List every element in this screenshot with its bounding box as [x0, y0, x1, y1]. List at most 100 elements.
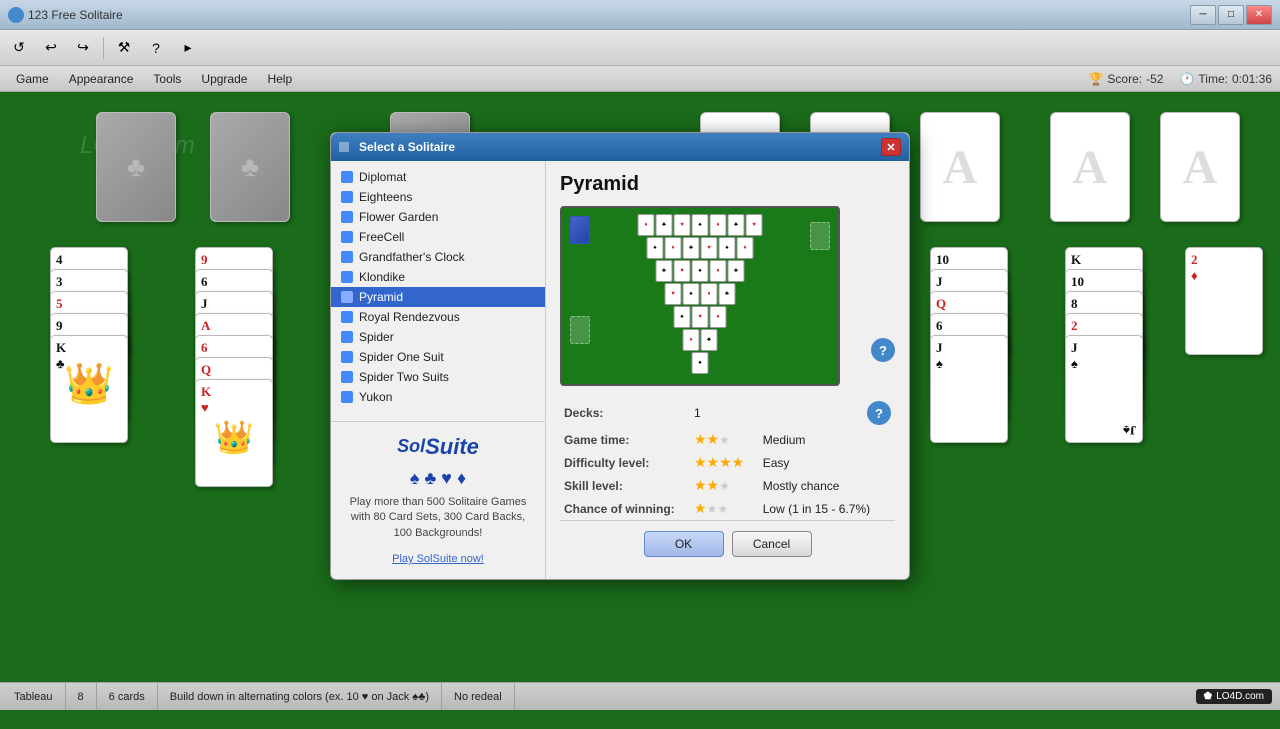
- game-list-icon: [341, 351, 353, 363]
- game-time-stars: ★★★: [690, 428, 759, 451]
- hint-text: Build down in alternating colors (ex. 10…: [170, 691, 429, 703]
- score-icon: 🏆: [1088, 72, 1103, 86]
- title-bar: 123 Free Solitaire ─ □ ✕: [0, 0, 1280, 30]
- game-list-icon: [341, 251, 353, 263]
- score-value: -52: [1146, 72, 1163, 86]
- dialog-left-panel: Diplomat Eighteens Flower Garden FreeCel…: [331, 161, 546, 579]
- dialog-grip: [339, 142, 349, 152]
- score-display: 🏆 Score: -52: [1088, 72, 1163, 86]
- tableau-col-right3: 2♦: [1185, 247, 1265, 547]
- info-row-game-time: Game time: ★★★ Medium: [560, 428, 895, 451]
- game-list-item-spider-two-suits[interactable]: Spider Two Suits: [331, 367, 545, 387]
- lo4d-text: LO4D.com: [1216, 691, 1264, 702]
- skill-stars: ★★★: [690, 474, 759, 497]
- dialog-right-panel: Pyramid ♦ ♣ ♥ ♠ ♦: [546, 161, 909, 579]
- info-row-decks: Decks: 1 ?: [560, 398, 895, 428]
- toolbar-btn-1[interactable]: ↩: [36, 34, 66, 62]
- game-info-table: Decks: 1 ? Game time: ★★★ Medium: [560, 398, 895, 520]
- time-value: 0:01:36: [1232, 72, 1272, 86]
- toolbar-separator: [103, 37, 104, 59]
- minimize-button[interactable]: ─: [1190, 5, 1216, 25]
- card-back-2[interactable]: ♣: [210, 112, 290, 222]
- dialog-game-title: Pyramid: [560, 173, 895, 196]
- game-list-item-grandfathers-clock[interactable]: Grandfather's Clock: [331, 247, 545, 267]
- game-list-icon: [341, 371, 353, 383]
- card-r1-5[interactable]: J♠: [930, 335, 1008, 443]
- dialog-title-text: Select a Solitaire: [359, 140, 455, 154]
- game-list-icon: [341, 171, 353, 183]
- game-list-item-yukon[interactable]: Yukon: [331, 387, 545, 407]
- menu-bar: Game Appearance Tools Upgrade Help 🏆 Sco…: [0, 66, 1280, 92]
- skill-label: Skill level:: [560, 474, 690, 497]
- game-time-value: Medium: [759, 428, 895, 451]
- select-solitaire-dialog: Select a Solitaire ✕ Diplomat Eighteens: [330, 132, 910, 580]
- toolbar-btn-5[interactable]: ▸: [173, 34, 203, 62]
- cards-value: 6 cards: [109, 691, 145, 703]
- tableau-col-right2: K♠ 10♣ 8♣ 2♥ J♠ J♠: [1065, 247, 1145, 547]
- menu-game[interactable]: Game: [8, 70, 57, 88]
- card-col2-7[interactable]: K♥ 👑: [195, 379, 273, 487]
- close-button[interactable]: ✕: [1246, 5, 1272, 25]
- game-list-item-eighteens[interactable]: Eighteens: [331, 187, 545, 207]
- game-list-item-pyramid[interactable]: Pyramid: [331, 287, 545, 307]
- dialog-title-bar[interactable]: Select a Solitaire ✕: [331, 133, 909, 161]
- card-r2-5[interactable]: J♠ J♠: [1065, 335, 1143, 443]
- title-bar-left: 123 Free Solitaire: [8, 7, 123, 23]
- game-list-item-freecell[interactable]: FreeCell: [331, 227, 545, 247]
- ok-button[interactable]: OK: [644, 531, 724, 557]
- game-list-item-klondike[interactable]: Klondike: [331, 267, 545, 287]
- game-time-label: Game time:: [560, 428, 690, 451]
- info-help-button[interactable]: ?: [867, 401, 891, 425]
- card-back-1[interactable]: ♣: [96, 112, 176, 222]
- dialog-footer: OK Cancel: [560, 520, 895, 567]
- toolbar-btn-3[interactable]: ⚒: [109, 34, 139, 62]
- status-bar: Tableau 8 6 cards Build down in alternat…: [0, 682, 1280, 710]
- menu-help[interactable]: Help: [259, 70, 300, 88]
- game-preview: ♦ ♣ ♥ ♠ ♦ ♣ ♥ ♠ ♦: [560, 206, 840, 386]
- game-list-item-spider-one-suit[interactable]: Spider One Suit: [331, 347, 545, 367]
- info-row-chance: Chance of winning: ★★★ Low (1 in 15 - 6.…: [560, 497, 895, 520]
- pyramid-layout: ♦ ♣ ♥ ♠ ♦ ♣ ♥ ♠ ♦: [638, 214, 763, 374]
- card-r3-1[interactable]: 2♦: [1185, 247, 1263, 355]
- game-list-item-royal-rendezvous[interactable]: Royal Rendezvous: [331, 307, 545, 327]
- window-controls: ─ □ ✕: [1190, 5, 1272, 25]
- maximize-button[interactable]: □: [1218, 5, 1244, 25]
- preview-stock: [570, 216, 590, 244]
- score-label: Score:: [1107, 72, 1142, 86]
- time-icon: 🕐: [1179, 72, 1194, 86]
- menu-appearance[interactable]: Appearance: [61, 70, 142, 88]
- game-list-item-diplomat[interactable]: Diplomat: [331, 167, 545, 187]
- cancel-button[interactable]: Cancel: [732, 531, 812, 557]
- game-list-item-spider[interactable]: Spider: [331, 327, 545, 347]
- ace-pile-4[interactable]: A: [1050, 112, 1130, 222]
- menu-upgrade[interactable]: Upgrade: [193, 70, 255, 88]
- dialog-title-icon: Select a Solitaire: [339, 140, 455, 154]
- toolbar-btn-0[interactable]: ↺: [4, 34, 34, 62]
- dialog-close-button[interactable]: ✕: [881, 138, 901, 156]
- ace-pile-3[interactable]: A: [920, 112, 1000, 222]
- tableau-col-2: 9♦ 6♣ J♣ A♥ 6♦ Q♥ 👸 K♥ 👑: [195, 247, 275, 547]
- tableau-label: Tableau: [14, 691, 53, 703]
- ace-pile-5[interactable]: A: [1160, 112, 1240, 222]
- toolbar-btn-4[interactable]: ?: [141, 34, 171, 62]
- toolbar-btn-2[interactable]: ↪: [68, 34, 98, 62]
- help-button[interactable]: ?: [871, 338, 895, 362]
- game-list-icon: [341, 291, 353, 303]
- time-display: 🕐 Time: 0:01:36: [1179, 72, 1272, 86]
- chance-label: Chance of winning:: [560, 497, 690, 520]
- tableau-col-right1: 10♣ J♠ Q♥ 6♠ J♠: [930, 247, 1010, 597]
- game-area[interactable]: LO4D.com ♣ ♣ ♦ A A A A A 4♠ 3♣ 5♥ 9♠: [0, 92, 1280, 682]
- chance-stars: ★★★: [690, 497, 759, 520]
- promo-logo-text: ♠ ♣ ♥ ♦: [341, 468, 535, 489]
- game-list-icon: [341, 311, 353, 323]
- time-label: Time:: [1198, 72, 1228, 86]
- game-list-item-flower-garden[interactable]: Flower Garden: [331, 207, 545, 227]
- card-col1-5[interactable]: K♣ 👑: [50, 335, 128, 443]
- menu-stats: 🏆 Score: -52 🕐 Time: 0:01:36: [1088, 72, 1272, 86]
- promo-link[interactable]: Play SolSuite now!: [392, 553, 484, 565]
- menu-tools[interactable]: Tools: [145, 70, 189, 88]
- lo4d-badge: ⬟ LO4D.com: [1196, 689, 1273, 704]
- promo-logo: SolSuite: [341, 434, 535, 460]
- status-redeal: No redeal: [442, 683, 515, 710]
- difficulty-stars: ★★★★: [690, 451, 759, 474]
